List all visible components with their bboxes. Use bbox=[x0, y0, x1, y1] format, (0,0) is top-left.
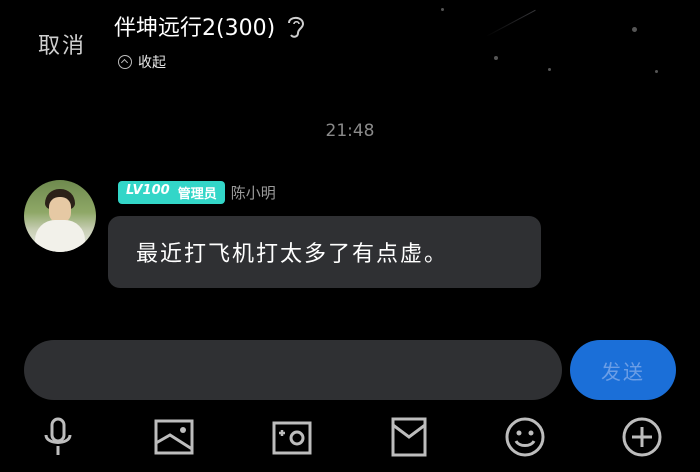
camera-icon[interactable] bbox=[270, 415, 314, 459]
badge-level: LV100 bbox=[126, 183, 170, 198]
background-star bbox=[655, 70, 658, 73]
group-title-text: 伴坤远行2(300) bbox=[114, 16, 276, 41]
avatar-shirt bbox=[35, 220, 85, 252]
badge-role: 管理员 bbox=[177, 187, 217, 202]
message-timestamp: 21:48 bbox=[325, 121, 375, 141]
emoji-icon[interactable] bbox=[503, 415, 547, 459]
message-input[interactable] bbox=[24, 340, 562, 400]
background-star bbox=[494, 56, 498, 60]
collapse-button[interactable]: 收起 bbox=[118, 52, 166, 72]
admin-badge: LV100 管理员 bbox=[118, 181, 225, 204]
sender-info: LV100 管理员 陈小明 bbox=[118, 181, 276, 204]
image-icon[interactable] bbox=[152, 415, 196, 459]
red-packet-icon[interactable] bbox=[387, 415, 431, 459]
cancel-button[interactable]: 取消 bbox=[38, 28, 86, 60]
plus-icon[interactable] bbox=[620, 415, 664, 459]
avatar[interactable] bbox=[24, 180, 96, 252]
message-bubble[interactable]: 最近打飞机打太多了有点虚。 bbox=[108, 216, 541, 288]
group-title: 伴坤远行2(300) bbox=[114, 10, 307, 42]
send-button[interactable]: 发送 bbox=[570, 340, 676, 400]
message-text: 最近打飞机打太多了有点虚。 bbox=[136, 242, 449, 267]
background-star bbox=[441, 8, 444, 11]
ear-icon[interactable] bbox=[285, 13, 307, 39]
collapse-label: 收起 bbox=[138, 55, 166, 71]
background-streak bbox=[485, 9, 536, 37]
background-star bbox=[632, 27, 637, 32]
background-star bbox=[548, 68, 551, 71]
sender-name: 陈小明 bbox=[230, 184, 276, 202]
microphone-icon[interactable] bbox=[36, 415, 80, 459]
chevron-up-icon bbox=[118, 55, 132, 69]
